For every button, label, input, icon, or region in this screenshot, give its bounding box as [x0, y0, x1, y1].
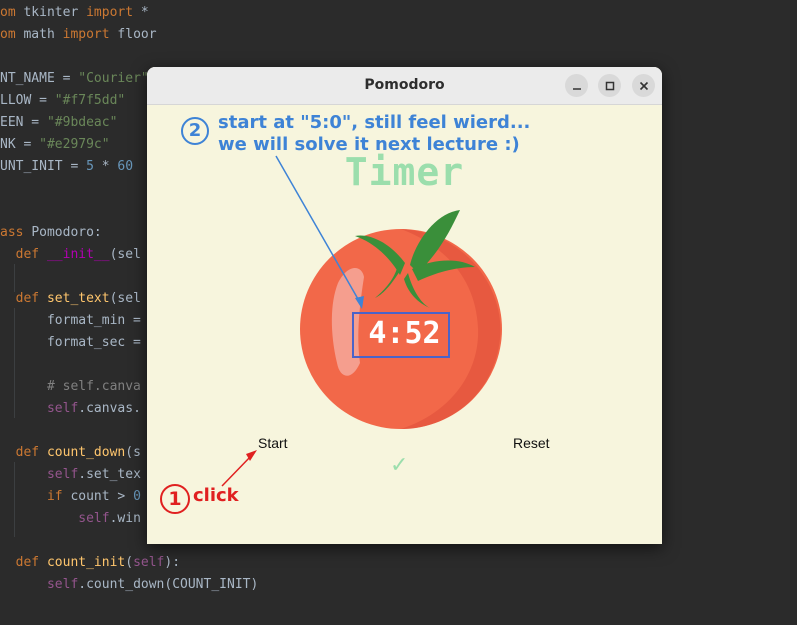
- annotation-note-line2: we will solve it next lecture :): [218, 134, 520, 155]
- code-token: format_sec =: [0, 335, 141, 350]
- reset-button[interactable]: Reset: [513, 435, 550, 451]
- code-token: *: [140, 5, 149, 20]
- code-token: self: [78, 511, 110, 526]
- code-line: NT_NAME = "Courier": [0, 68, 149, 90]
- code-line: def count_down(s: [0, 442, 141, 464]
- code-token: import: [86, 5, 141, 20]
- code-token: "#9bdeac": [46, 115, 118, 130]
- code-token: count >: [70, 489, 134, 504]
- code-token: def: [15, 291, 47, 306]
- code-token: "#e2979c": [39, 137, 110, 152]
- code-token: *: [93, 159, 118, 174]
- code-line: EEN = "#9bdeac": [0, 112, 117, 134]
- code-line: # self.canva: [0, 376, 141, 398]
- start-button[interactable]: Start: [258, 435, 288, 451]
- annotation-badge-2: 2: [181, 117, 209, 145]
- code-token: .count_down(COUNT_INIT): [78, 577, 259, 592]
- timer-title: Timer: [344, 150, 465, 194]
- code-line: LLOW = "#f7f5dd": [0, 90, 125, 112]
- code-token: (sel: [109, 291, 141, 306]
- code-line: if count > 0: [0, 486, 141, 508]
- code-token: def: [15, 555, 47, 570]
- code-line: UNT_INIT = 5 * 60: [0, 156, 133, 178]
- code-line: def set_text(sel: [0, 288, 141, 310]
- code-token: __init__: [46, 247, 110, 262]
- code-line: ass Pomodoro:: [0, 222, 102, 244]
- code-token: count_down: [46, 445, 126, 460]
- code-token: 60: [117, 159, 134, 174]
- code-token: format_min =: [0, 313, 141, 328]
- code-line: def __init__(sel: [0, 244, 141, 266]
- minimize-icon: [572, 87, 581, 90]
- code-token: om: [0, 27, 24, 42]
- close-icon: [639, 81, 648, 90]
- code-token: om: [0, 5, 24, 20]
- code-token: 5: [86, 159, 94, 174]
- code-token: if: [46, 489, 71, 504]
- code-line: om tkinter import *: [0, 2, 149, 24]
- annotation-badge-1: 1: [160, 484, 190, 514]
- maximize-button[interactable]: [598, 74, 621, 97]
- code-token: .canvas.: [78, 401, 141, 416]
- code-token: ):: [164, 555, 181, 570]
- code-token: floor: [117, 27, 157, 42]
- code-token: NK =: [0, 137, 40, 152]
- code-line: self.canvas.: [0, 398, 141, 420]
- minimize-button[interactable]: [565, 74, 588, 97]
- code-token: (: [125, 555, 134, 570]
- code-token: self: [133, 555, 165, 570]
- code-token: math: [23, 27, 63, 42]
- code-token: def: [15, 247, 47, 262]
- code-token: # self.canva: [0, 379, 141, 394]
- code-line: self.win: [0, 508, 141, 530]
- code-token: ass: [0, 225, 32, 240]
- code-token: self: [46, 467, 79, 482]
- code-token: self: [46, 401, 79, 416]
- code-token: import: [62, 27, 118, 42]
- annotation-note-line1: start at "5:0", still feel wierd...: [218, 112, 531, 133]
- code-token: .win: [109, 511, 141, 526]
- close-button[interactable]: [632, 74, 655, 97]
- code-token: set_text: [46, 291, 110, 306]
- code-token: LLOW =: [0, 93, 55, 108]
- maximize-icon: [605, 81, 614, 90]
- code-token: count_init: [46, 555, 126, 570]
- code-token: "Courier": [78, 71, 149, 86]
- code-token: .set_tex: [78, 467, 141, 482]
- code-token: Pomodoro:: [31, 225, 102, 240]
- code-line: format_sec =: [0, 332, 141, 354]
- code-token: UNT_INIT =: [0, 159, 87, 174]
- code-token: self: [46, 577, 79, 592]
- code-token: EEN =: [0, 115, 47, 130]
- code-token: tkinter: [23, 5, 87, 20]
- code-token: def: [15, 445, 47, 460]
- code-line: def count_init(self):: [0, 552, 180, 574]
- annotation-click-label: click: [193, 485, 239, 506]
- time-display: 4:52: [368, 316, 441, 351]
- code-token: 0: [133, 489, 141, 504]
- code-line: NK = "#e2979c": [0, 134, 110, 156]
- code-line: self.count_down(COUNT_INIT): [0, 574, 258, 596]
- code-token: "#f7f5dd": [54, 93, 126, 108]
- code-token: (sel: [109, 247, 141, 262]
- code-line: self.set_tex: [0, 464, 141, 486]
- code-token: (s: [125, 445, 141, 460]
- window-titlebar[interactable]: Pomodoro: [147, 67, 662, 105]
- code-line: om math import floor: [0, 24, 157, 46]
- code-token: NT_NAME =: [0, 71, 79, 86]
- checkmark-icon: ✓: [390, 453, 409, 478]
- code-line: format_min =: [0, 310, 141, 332]
